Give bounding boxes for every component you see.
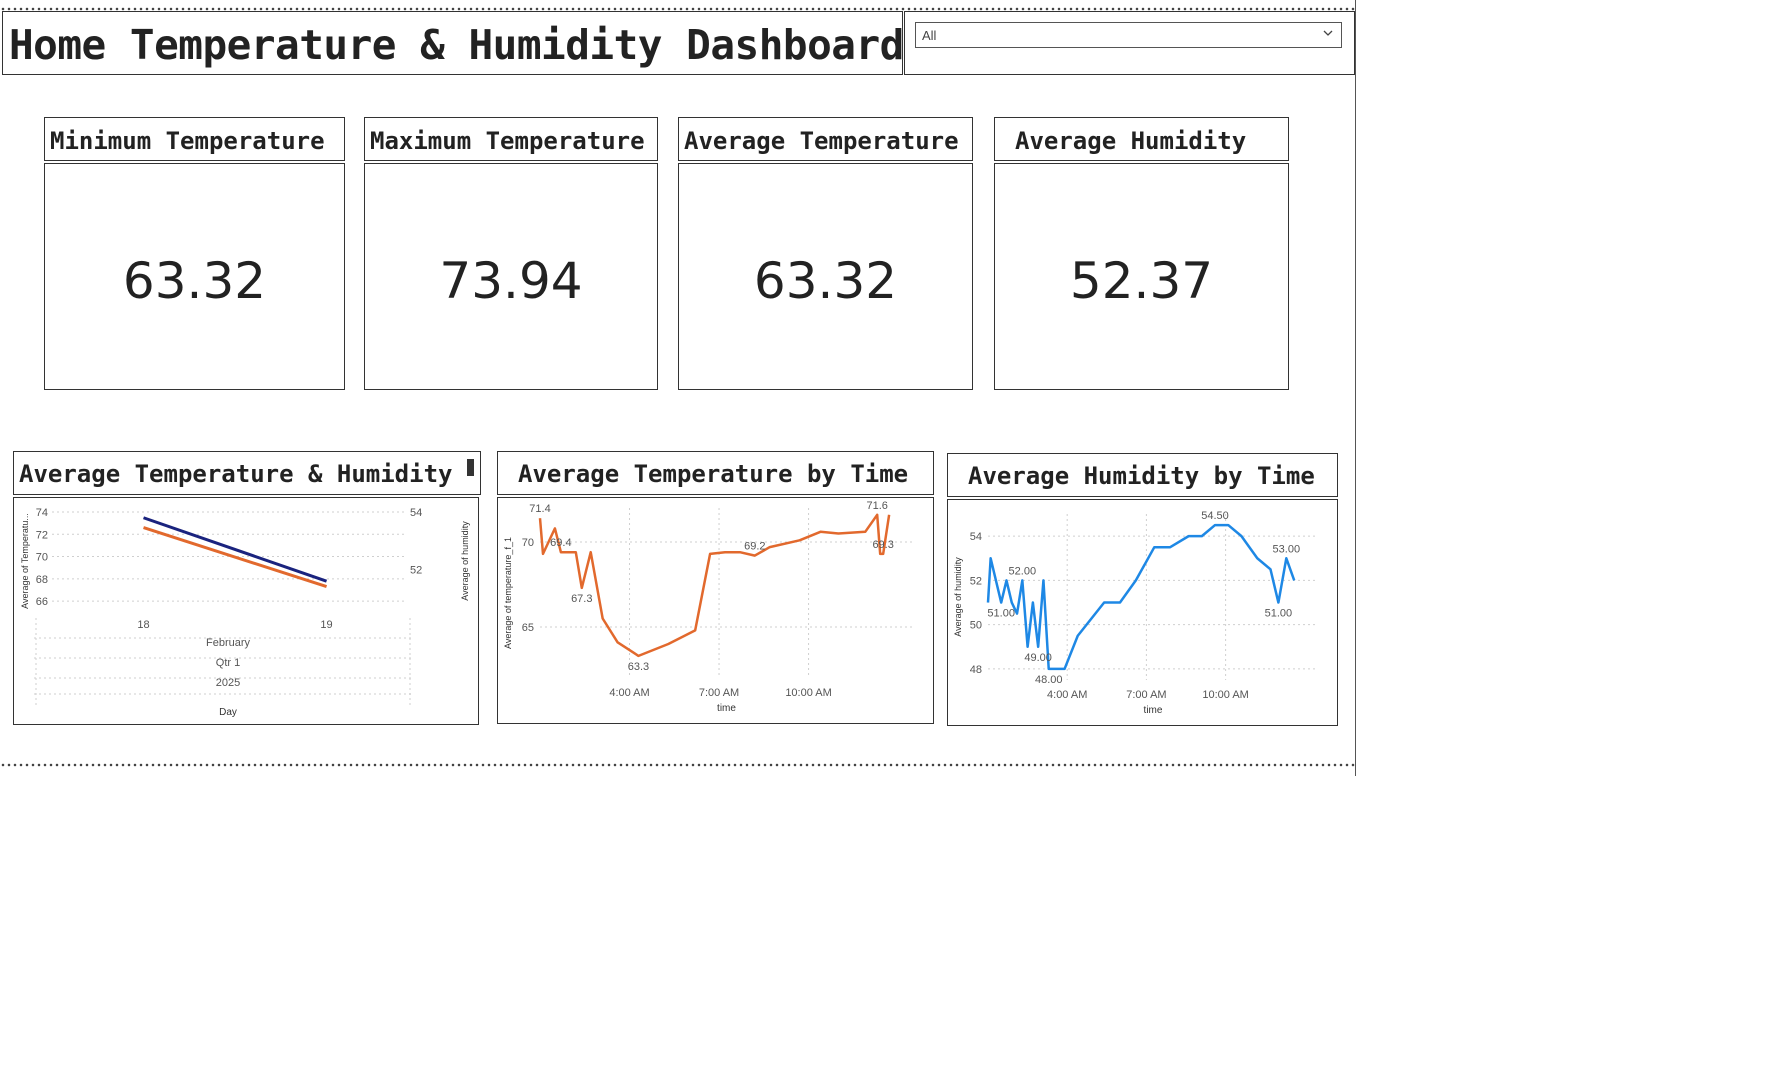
card-avg-humidity[interactable]: 52.37	[994, 163, 1289, 390]
data-label: 67.3	[571, 593, 592, 605]
y-axis-title: Average of humidity	[953, 557, 963, 637]
chart-temp-by-time[interactable]: 65 70 4:00 AM 7:00 AM 10:00 AM 71.4 69.4 67.3 63…	[497, 497, 934, 724]
data-label: 63.3	[628, 661, 649, 673]
data-label: 69.4	[550, 537, 571, 549]
data-label: 52.00	[1009, 565, 1037, 577]
x-tick-label: 10:00 AM	[1202, 689, 1248, 701]
y-tick-label: 70	[522, 537, 534, 549]
card-label: Minimum Temperature	[50, 127, 325, 155]
data-label: 69.3	[872, 539, 893, 551]
chart3-plot: 48 50 52 54 4:00 AM 7:00 AM 10:00 AM 51.00 52.00…	[953, 510, 1318, 716]
data-label: 51.00	[1265, 608, 1293, 620]
y-tick-label: 72	[36, 529, 48, 541]
series-line	[143, 526, 328, 589]
chart3-header: Average Humidity by Time	[947, 453, 1338, 497]
card-label: Maximum Temperature	[370, 127, 645, 155]
data-label: 69.2	[744, 541, 765, 553]
card-label: Average Temperature	[684, 127, 959, 155]
x-axis-title: Day	[219, 707, 237, 718]
data-label: 71.4	[529, 503, 550, 515]
y2-tick-label: 54	[410, 507, 422, 519]
chart-title: Average Temperature & Humidity	[19, 460, 453, 488]
x-tick-label: 4:00 AM	[609, 687, 649, 699]
card-label: Average Humidity	[1015, 127, 1247, 155]
card-min-temp[interactable]: 63.32	[44, 163, 345, 390]
x-tick-label: 10:00 AM	[785, 687, 831, 699]
series-line	[986, 523, 1296, 671]
data-label: 53.00	[1273, 543, 1301, 555]
x-hierarchy-label: 2025	[216, 677, 240, 689]
title-box: Home Temperature & Humidity Dashboard	[2, 11, 904, 75]
y-axis-title: Average of Temperatu...	[20, 513, 30, 609]
x-hierarchy-label: Qtr 1	[216, 657, 240, 669]
chart-title: Average Humidity by Time	[968, 462, 1315, 490]
chart-temp-humidity[interactable]: 66 68 70 72 74 52 54 18 19 February Qtr 1 2025 Day Av…	[13, 497, 479, 725]
card-avg-temp[interactable]: 63.32	[678, 163, 973, 390]
card-value: 63.32	[122, 252, 267, 310]
dashboard-title: Home Temperature & Humidity Dashboard	[9, 21, 904, 69]
filter-dropdown[interactable]: All	[915, 22, 1342, 48]
y-tick-label: 74	[36, 507, 48, 519]
y-tick-label: 52	[970, 575, 982, 587]
y-tick-label: 48	[970, 664, 982, 676]
x-tick-label: 7:00 AM	[1126, 689, 1166, 701]
chart2-plot: 65 70 4:00 AM 7:00 AM 10:00 AM 71.4 69.4 67.3 63…	[503, 500, 913, 714]
card-avg-temp-header: Average Temperature	[678, 117, 973, 161]
x-tick-label: 18	[137, 619, 149, 631]
x-axis-title: time	[1144, 705, 1163, 716]
data-label: 71.6	[866, 500, 887, 512]
card-avg-humidity-header: Average Humidity	[994, 117, 1289, 161]
chevron-down-icon	[1323, 30, 1333, 36]
y2-axis-title: Average of humidity	[460, 521, 470, 601]
data-label: 51.00	[987, 608, 1015, 620]
slicer-box: All	[904, 11, 1355, 75]
chart-humidity-by-time[interactable]: 48 50 52 54 4:00 AM 7:00 AM 10:00 AM 51.00 52.00…	[947, 499, 1338, 726]
card-max-temp-header: Maximum Temperature	[364, 117, 658, 161]
dropdown-value: All	[922, 28, 937, 43]
canvas-bottom-border	[0, 763, 1355, 767]
chart2-header: Average Temperature by Time	[497, 451, 934, 495]
x-axis-title: time	[717, 703, 736, 714]
y-tick-label: 50	[970, 620, 982, 632]
y-tick-label: 66	[36, 596, 48, 608]
card-min-temp-header: Minimum Temperature	[44, 117, 345, 161]
card-value: 52.37	[1069, 252, 1214, 310]
y-tick-label: 70	[36, 552, 48, 564]
y-axis-title: Average of temperature_f_1	[503, 537, 513, 649]
x-hierarchy-label: February	[206, 637, 251, 649]
chart1-plot: 66 68 70 72 74 52 54 18 19 February Qtr 1 2025 Day Av…	[20, 507, 470, 718]
series-line	[143, 516, 328, 583]
report-canvas: Home Temperature & Humidity Dashboard Al…	[0, 0, 1356, 776]
x-tick-label: 7:00 AM	[699, 687, 739, 699]
data-label: 54.50	[1201, 510, 1229, 522]
card-value: 63.32	[753, 252, 898, 310]
y-tick-label: 68	[36, 574, 48, 586]
data-label: 49.00	[1024, 652, 1052, 664]
series-line	[538, 513, 891, 658]
chart-title: Average Temperature by Time	[518, 460, 909, 488]
y-tick-label: 65	[522, 622, 534, 634]
y-tick-label: 54	[970, 531, 982, 543]
card-max-temp[interactable]: 73.94	[364, 163, 658, 390]
card-value: 73.94	[439, 252, 583, 310]
scrollbar-handle[interactable]	[467, 459, 474, 476]
chart1-header: Average Temperature & Humidity	[13, 451, 481, 495]
data-label: 48.00	[1035, 674, 1063, 686]
x-tick-label: 4:00 AM	[1047, 689, 1087, 701]
y2-tick-label: 52	[410, 565, 422, 577]
x-tick-label: 19	[320, 619, 332, 631]
